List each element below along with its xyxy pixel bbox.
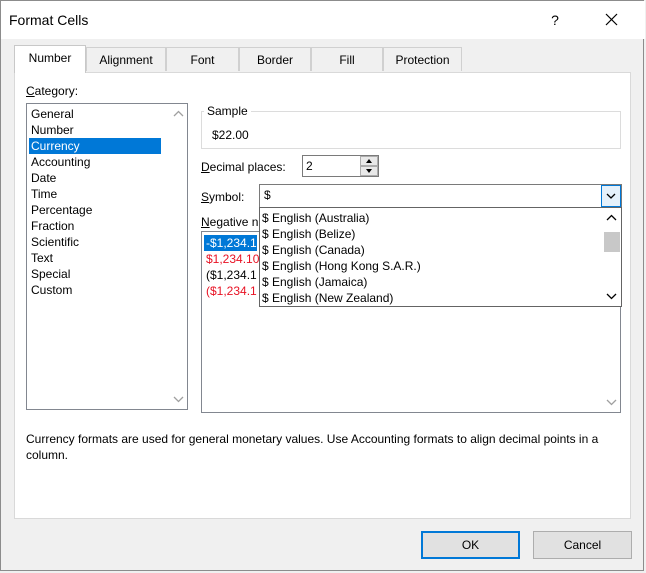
category-item-special[interactable]: Special: [29, 266, 171, 282]
tab-border[interactable]: Border: [239, 47, 311, 71]
close-button[interactable]: [597, 9, 625, 31]
spin-up-icon: [366, 159, 372, 163]
symbol-combobox[interactable]: $: [259, 184, 622, 208]
cancel-button[interactable]: Cancel: [533, 531, 632, 559]
symbol-dropdown-button[interactable]: [601, 185, 621, 207]
tab-protection[interactable]: Protection: [383, 47, 462, 71]
sample-value: $22.00: [212, 128, 249, 142]
symbol-dropdown-scrollbar[interactable]: [603, 208, 621, 306]
title-bar: Format Cells ?: [1, 1, 645, 39]
spin-down-icon: [366, 169, 372, 173]
decimal-down-button[interactable]: [360, 166, 378, 176]
tab-font[interactable]: Font: [166, 47, 239, 71]
symbol-option[interactable]: $ English (New Zealand): [262, 290, 393, 306]
help-button[interactable]: ?: [541, 9, 569, 31]
chevron-down-icon[interactable]: [170, 391, 187, 408]
category-item-accounting[interactable]: Accounting: [29, 154, 171, 170]
chevron-up-icon[interactable]: [603, 210, 620, 227]
tab-fill[interactable]: Fill: [311, 47, 383, 71]
tab-number[interactable]: Number: [14, 45, 86, 73]
symbol-option[interactable]: $ English (Hong Kong S.A.R.): [262, 258, 421, 274]
close-icon: [605, 13, 618, 26]
symbol-option[interactable]: $ English (Jamaica): [262, 274, 367, 290]
category-item-percentage[interactable]: Percentage: [29, 202, 171, 218]
dialog-title: Format Cells: [9, 12, 89, 28]
negative-numbers-label: Negative n: [201, 215, 259, 229]
category-item-scientific[interactable]: Scientific: [29, 234, 171, 250]
negative-format-item[interactable]: -$1,234.1: [204, 235, 257, 251]
negative-format-item[interactable]: ($1,234.1: [204, 283, 257, 299]
format-cells-dialog: Format Cells ? Number Alignment Font Bor…: [0, 0, 645, 571]
category-item-text[interactable]: Text: [29, 250, 171, 266]
category-scrollbar[interactable]: [170, 104, 187, 409]
chevron-down-icon[interactable]: [603, 394, 620, 411]
chevron-down-icon[interactable]: [603, 290, 620, 304]
symbol-option[interactable]: $ English (Belize): [262, 226, 355, 242]
scrollbar-thumb[interactable]: [604, 232, 620, 252]
symbol-option[interactable]: $ English (Canada): [262, 242, 365, 258]
symbol-option[interactable]: $ English (Australia): [262, 210, 369, 226]
category-item-custom[interactable]: Custom: [29, 282, 171, 298]
sample-label: Sample: [204, 104, 251, 118]
category-item-number[interactable]: Number: [29, 122, 171, 138]
chevron-up-icon[interactable]: [170, 105, 187, 122]
category-item-currency[interactable]: Currency: [29, 138, 161, 154]
category-item-time[interactable]: Time: [29, 186, 171, 202]
category-item-fraction[interactable]: Fraction: [29, 218, 171, 234]
category-item-general[interactable]: General: [29, 106, 171, 122]
ok-button[interactable]: OK: [421, 531, 520, 559]
category-item-date[interactable]: Date: [29, 170, 171, 186]
chevron-down-icon: [606, 193, 616, 199]
tab-alignment[interactable]: Alignment: [86, 47, 166, 71]
negative-format-item[interactable]: ($1,234.1: [204, 267, 257, 283]
category-list[interactable]: General Number Currency Accounting Date …: [26, 103, 188, 410]
sample-groupbox: [201, 111, 621, 149]
symbol-dropdown-list[interactable]: $ English (Australia) $ English (Belize)…: [259, 207, 622, 307]
category-label: Category:: [26, 84, 79, 98]
format-description: Currency formats are used for general mo…: [26, 432, 599, 462]
negative-format-item[interactable]: $1,234.10: [204, 251, 259, 267]
symbol-label: Symbol:: [201, 190, 245, 204]
decimal-places-label: Decimal places:: [201, 160, 286, 174]
number-tab-panel: Category: General Number Currency Accoun…: [14, 72, 631, 519]
decimal-up-button[interactable]: [360, 156, 378, 166]
